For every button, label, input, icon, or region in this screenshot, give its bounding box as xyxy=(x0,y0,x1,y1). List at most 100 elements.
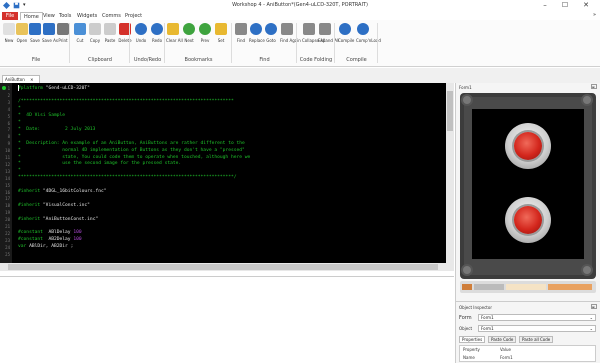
menu-widgets[interactable]: Widgets xyxy=(74,12,100,20)
anibutton-1[interactable] xyxy=(505,123,551,169)
line-number: 11 xyxy=(5,155,10,160)
code-token: /***************************************… xyxy=(18,99,234,105)
code-line[interactable]: * normal 4D implementation of Buttons as… xyxy=(18,148,245,153)
form-label: Form xyxy=(459,315,472,321)
line-number: 22 xyxy=(5,230,10,236)
code-line[interactable]: * use the second image for the pressed s… xyxy=(18,161,181,166)
code-line[interactable]: #inherit "4DGL_16bitColours.fnc" xyxy=(18,189,107,194)
compile-icon xyxy=(339,23,351,35)
lcd-screen xyxy=(472,109,584,259)
redo-button[interactable]: Redo xyxy=(150,23,164,43)
minimize-button[interactable]: – xyxy=(535,1,555,10)
document-tab-strip: AniButton ✕ xyxy=(0,68,600,83)
property-name-value[interactable]: Form1 xyxy=(500,355,513,360)
code-line[interactable]: #constant AB2Delay 100 xyxy=(18,237,82,242)
property-name: Name xyxy=(463,355,475,360)
code-line[interactable]: #platform "Gen4-uLCD-320T" xyxy=(18,86,90,91)
ribbon-group-label: Code Folding xyxy=(299,57,333,63)
ribbon-group-label: Find xyxy=(259,57,270,63)
code-token: * Description: An example of an AniButto… xyxy=(18,140,245,146)
line-number: 13 xyxy=(5,168,10,174)
code-line[interactable]: * 4D Visi Sample xyxy=(18,113,65,118)
menu-comms[interactable]: Comms xyxy=(99,12,124,20)
code-editor[interactable]: 1 2 3 4 5 6 7 8 9 10 11 12 13 14 15 16 17 18 19 20 21 22 23 24 2… xyxy=(0,83,454,271)
line-number: 9 xyxy=(7,141,10,147)
pane-pin-icon[interactable]: ⊞ xyxy=(591,84,597,89)
form-designer-pane: Form1 ⊞ xyxy=(455,83,600,301)
line-number: 25 xyxy=(5,251,10,257)
tab-label: AniButton xyxy=(5,77,25,82)
code-line[interactable]: #constant ABlDelay 100 xyxy=(18,230,82,235)
editor-horizontal-scrollbar[interactable] xyxy=(0,263,454,271)
code-line[interactable]: #inherit "VisualConst.inc" xyxy=(18,203,90,208)
next-button[interactable]: Next xyxy=(182,23,196,43)
code-token: AB2Delay xyxy=(48,237,74,243)
tab-paste-all-code[interactable]: Paste all Code xyxy=(519,336,554,343)
open-button[interactable]: Open xyxy=(15,23,29,43)
tab-properties[interactable]: Properties xyxy=(459,336,486,343)
replace-button[interactable]: Replace xyxy=(249,23,265,43)
compile-button[interactable]: Compile xyxy=(338,23,354,43)
cut-button[interactable]: Cut xyxy=(73,23,87,43)
code-token: "4DGL_16bitColours.fnc" xyxy=(42,189,107,194)
inspector-pin-icon[interactable]: ⊞ xyxy=(591,304,597,309)
form-select[interactable]: Form1 ⌄ xyxy=(478,314,596,321)
find-button[interactable]: Find xyxy=(234,23,248,43)
paste-button[interactable]: Paste xyxy=(103,23,117,43)
close-button[interactable]: ✕ xyxy=(576,1,596,10)
ribbon-button-label: Find xyxy=(236,38,246,43)
undo-button[interactable]: Undo xyxy=(134,23,148,43)
maximize-button[interactable]: ☐ xyxy=(555,1,575,10)
code-line[interactable]: /***************************************… xyxy=(18,99,234,104)
code-line[interactable]: #inherit "AniButtonConst.inc" xyxy=(18,217,98,222)
tab-anibutton[interactable]: AniButton ✕ xyxy=(2,75,40,83)
code-token: "VisualConst.inc" xyxy=(42,202,90,208)
code-line[interactable]: var ABlDir, AB2Dir ; xyxy=(18,244,73,249)
code-line[interactable]: * state, You could code them to operate … xyxy=(18,155,250,160)
print-button[interactable]: Print xyxy=(56,23,70,43)
prev-button[interactable]: Prev xyxy=(198,23,212,43)
form-pane-title: Form1 xyxy=(459,85,472,90)
replace-icon xyxy=(250,23,262,35)
expand-all-button[interactable]: Expand All xyxy=(318,23,339,43)
code-line[interactable]: ****************************************… xyxy=(18,175,237,180)
comp-nload-button[interactable]: Comp'nLoad xyxy=(356,23,381,43)
code-line[interactable]: * xyxy=(18,120,21,125)
code-token: * xyxy=(18,133,21,139)
ribbon-collapse-icon[interactable]: » xyxy=(593,12,596,18)
copy-button[interactable]: Copy xyxy=(88,23,102,43)
menu-file[interactable]: File xyxy=(2,12,18,20)
goto-button[interactable]: Goto xyxy=(264,23,278,43)
menu-tools[interactable]: Tools xyxy=(56,12,74,20)
save-as-icon xyxy=(43,23,55,35)
collapse-all-button[interactable]: Collapse All xyxy=(302,23,325,43)
anibutton-2[interactable] xyxy=(505,197,551,243)
editor-vertical-scrollbar[interactable] xyxy=(446,83,454,263)
tab-close-icon[interactable]: ✕ xyxy=(30,77,33,82)
code-token: 100 xyxy=(73,237,82,243)
mount-hole-icon xyxy=(581,264,593,276)
property-grid: Property Value Name Form1 xyxy=(459,345,596,362)
line-number: 8 xyxy=(7,134,10,140)
tab-paste-code[interactable]: Paste Code xyxy=(488,336,517,343)
code-line[interactable]: * xyxy=(18,168,21,173)
code-line[interactable]: * xyxy=(18,106,21,111)
ribbon: New Open Save Save As Print Cut Copy Paste Delet… xyxy=(0,20,600,67)
new-button[interactable]: New xyxy=(2,23,16,43)
inspector-title: Object Inspector xyxy=(459,305,492,310)
set-button[interactable]: Set xyxy=(214,23,228,43)
code-token: * use the second image for the pressed s… xyxy=(18,161,182,167)
save-button[interactable]: Save xyxy=(28,23,42,43)
code-line[interactable]: * Date: 2 July 2013 xyxy=(18,127,95,132)
menu-project[interactable]: Project xyxy=(122,12,145,20)
object-select[interactable]: Form1 ⌄ xyxy=(478,325,596,332)
find-again-button[interactable]: Find Again xyxy=(280,23,301,43)
code-line[interactable]: * xyxy=(18,134,21,139)
output-pane xyxy=(0,276,454,363)
mount-hole-icon xyxy=(461,264,473,276)
clear-all-button[interactable]: Clear All xyxy=(166,23,183,43)
ribbon-button-label: Copy xyxy=(89,38,101,43)
code-token: 100 xyxy=(73,230,82,236)
code-line[interactable]: * Description: An example of an AniButto… xyxy=(18,141,245,146)
save-as-button[interactable]: Save As xyxy=(42,23,58,43)
